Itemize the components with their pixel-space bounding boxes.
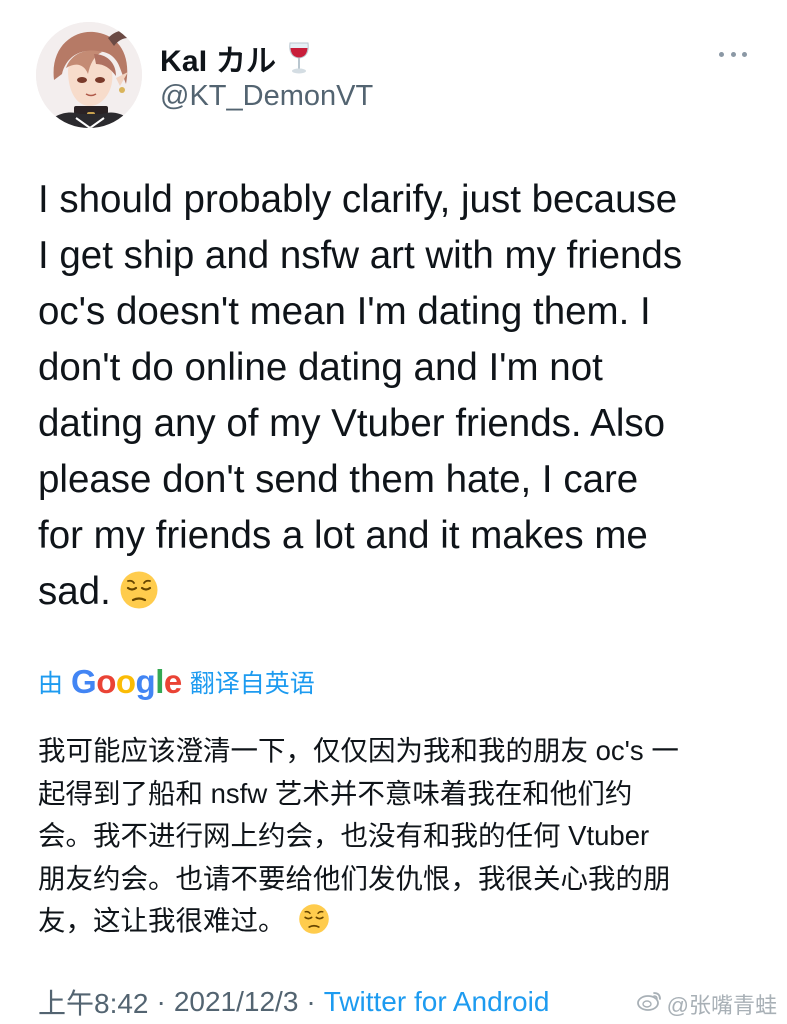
tweet-date[interactable]: 2021/12/3 xyxy=(174,986,299,1018)
tweet-text-line: oc's doesn't mean I'm dating them. I xyxy=(38,290,651,333)
author-avatar[interactable] xyxy=(36,22,142,128)
translated-text-line: 我可能应该澄清一下，仅仅因为我和我的朋友 oc's 一 xyxy=(38,735,679,766)
google-logo-letter: o xyxy=(115,663,136,700)
tweet-text-line: sad. xyxy=(38,570,111,613)
tweet-text-line: don't do online dating and I'm not xyxy=(38,346,603,389)
tweet-meta: 上午8:42 · 2021/12/3 · Twitter for Android xyxy=(38,980,549,1024)
avatar-illustration xyxy=(36,22,142,128)
author-name[interactable]: KaI カル xyxy=(160,36,276,80)
tweet-text: I should probably clarify, just because … xyxy=(38,172,758,620)
google-logo-letter: l xyxy=(155,663,164,700)
author-name-row[interactable]: KaI カル xyxy=(160,38,312,78)
translated-text-line: 起得到了船和 nsfw 艺术并不意味着我在和他们约 xyxy=(38,777,633,809)
translated-text-line: 朋友约会。也请不要给他们发仇恨，我很关心我的朋 xyxy=(38,862,671,894)
google-logo-letter: G xyxy=(71,663,97,700)
tweet-text-last-line: sad. xyxy=(38,564,758,620)
translation-suffix: 翻译自英语 xyxy=(189,670,315,698)
translated-text-line: 友，这让我很难过。 xyxy=(38,905,286,936)
wine-glass-icon xyxy=(286,41,312,75)
tweet-time[interactable]: 上午8:42 xyxy=(38,982,149,1022)
meta-separator: · xyxy=(156,986,166,1017)
translation-attribution[interactable]: 由 Google 翻译自英语 xyxy=(38,660,315,704)
translated-text-line: 会。我不进行网上约会，也没有和我的任何 Vtuber xyxy=(38,820,650,851)
weibo-logo-icon xyxy=(636,990,663,1018)
translated-text: 我可能应该澄清一下，仅仅因为我和我的朋友 oc's 一 起得到了船和 nsfw … xyxy=(38,730,758,943)
pensive-face-icon xyxy=(298,903,330,935)
google-logo-letter: e xyxy=(163,663,182,700)
author-handle[interactable]: @KT_DemonVT xyxy=(160,80,373,113)
more-options-button[interactable] xyxy=(719,44,747,64)
tweet-text-line: I should probably clarify, just because xyxy=(38,178,678,221)
more-horizontal-icon xyxy=(719,51,724,57)
more-horizontal-icon xyxy=(742,51,747,57)
tweet-text-line: for my friends a lot and it makes me xyxy=(38,514,648,557)
translation-prefix: 由 xyxy=(38,670,64,698)
more-horizontal-icon xyxy=(730,51,736,57)
tweet-text-line: I get ship and nsfw art with my friends xyxy=(38,234,683,277)
watermark-text: @张嘴青蛙 xyxy=(666,993,777,1018)
tweet-card: KaI カル @KT_DemonVT I should probably cla… xyxy=(0,0,787,1024)
google-logo: Google xyxy=(71,663,182,701)
tweet-source-link[interactable]: Twitter for Android xyxy=(324,986,550,1018)
meta-separator: · xyxy=(306,986,316,1017)
pensive-face-icon xyxy=(119,570,159,610)
tweet-text-line: dating any of my Vtuber friends. Also xyxy=(38,402,666,445)
google-logo-letter: g xyxy=(135,663,156,700)
google-logo-letter: o xyxy=(96,663,116,700)
tweet-text-line: please don't send them hate, I care xyxy=(38,458,639,501)
watermark: @张嘴青蛙 xyxy=(636,988,777,1020)
translated-text-last-line: 友，这让我很难过。 xyxy=(38,900,758,943)
